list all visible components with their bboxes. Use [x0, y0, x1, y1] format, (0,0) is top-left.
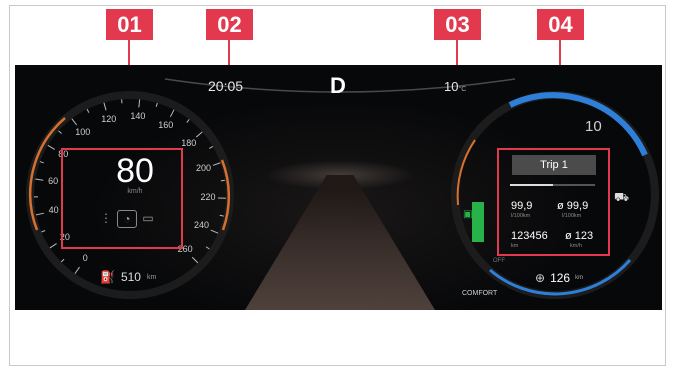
fuel-range-value: 510	[120, 270, 141, 284]
trip-avg-speed-unit: km/h	[570, 243, 582, 249]
fuel-pump-icon: ⛽	[100, 270, 115, 284]
speed-scale-tick	[219, 214, 224, 217]
trip-title: Trip 1	[512, 155, 596, 175]
callout-03: 03	[434, 9, 481, 40]
power-top-label: 10	[585, 118, 602, 135]
drive-mode: COMFORT	[462, 290, 498, 297]
speed-scale-tick	[210, 229, 219, 234]
speed-scale-tick	[186, 119, 190, 123]
trip-avg-consumption: ø 99,9	[557, 200, 589, 212]
speed-scale-tick	[205, 246, 210, 250]
gear-indicator: D	[330, 73, 346, 98]
fuel-range: ⛽ 510 km	[100, 270, 156, 284]
electric-range-value: 126	[550, 271, 571, 285]
battery-icon: ▣	[463, 209, 473, 220]
speed-scale-label: 200	[195, 162, 211, 173]
trip-consumption-unit: l/100km	[511, 213, 531, 219]
power-off-label: OFF	[493, 258, 505, 264]
speed-scale-label: 240	[194, 220, 210, 231]
callout-02: 02	[206, 9, 253, 40]
driver-assist-icon: ◔	[117, 210, 137, 228]
speed-scale-tick	[49, 243, 57, 249]
speed-scale-label: 160	[158, 119, 174, 130]
speed-scale-label: 220	[200, 191, 216, 202]
trip-distance-unit: km	[511, 243, 519, 249]
trip-consumption: 99,9	[511, 200, 533, 212]
speed-value: 80	[116, 152, 154, 190]
speed-scale-label: 140	[130, 111, 146, 122]
speed-scale-label: 180	[181, 137, 197, 148]
speed-scale-tick	[103, 102, 107, 111]
speed-scale-label: 0	[82, 252, 88, 263]
speed-scale-tick	[155, 102, 158, 107]
speed-scale-tick	[195, 131, 203, 138]
speed-scale-tick	[209, 146, 214, 149]
speed-scale-label: 120	[101, 113, 117, 124]
charge-plug-icon: ⊕	[535, 271, 546, 285]
traffic-sign-icon: ▭	[142, 211, 154, 225]
speed-scale-tick	[60, 258, 65, 263]
speed-scale-tick	[86, 108, 90, 113]
callout-04: 04	[537, 9, 584, 40]
electric-range: ⊕ 126 km	[535, 271, 583, 285]
trip-avg-speed: ø 123	[565, 230, 594, 242]
speed-scale-tick	[138, 99, 141, 108]
trip-progress-bar	[510, 184, 595, 186]
speed-scale-tick	[169, 109, 175, 118]
speed-scale-tick	[39, 161, 44, 164]
speed-scale-tick	[220, 179, 225, 182]
speed-scale-tick	[191, 256, 199, 264]
electric-range-unit: km	[575, 275, 584, 281]
speed-scale-tick	[41, 230, 46, 233]
speed-scale-tick	[58, 130, 62, 134]
lane-assist-icon: ⋮	[100, 211, 112, 225]
speed-scale-tick	[71, 118, 78, 126]
callout-01: 01	[106, 9, 153, 40]
trip-distance: 123456	[511, 230, 548, 242]
speed-scale-tick	[74, 266, 80, 274]
speed-scale-label: 100	[75, 126, 91, 137]
speed-unit: km/h	[127, 188, 143, 195]
trip-avg-consumption-unit: l/100km	[562, 213, 582, 219]
car-icon: ⛟	[614, 190, 630, 204]
fuel-range-unit: km	[146, 273, 157, 281]
clock-time: 20:05	[208, 78, 244, 94]
